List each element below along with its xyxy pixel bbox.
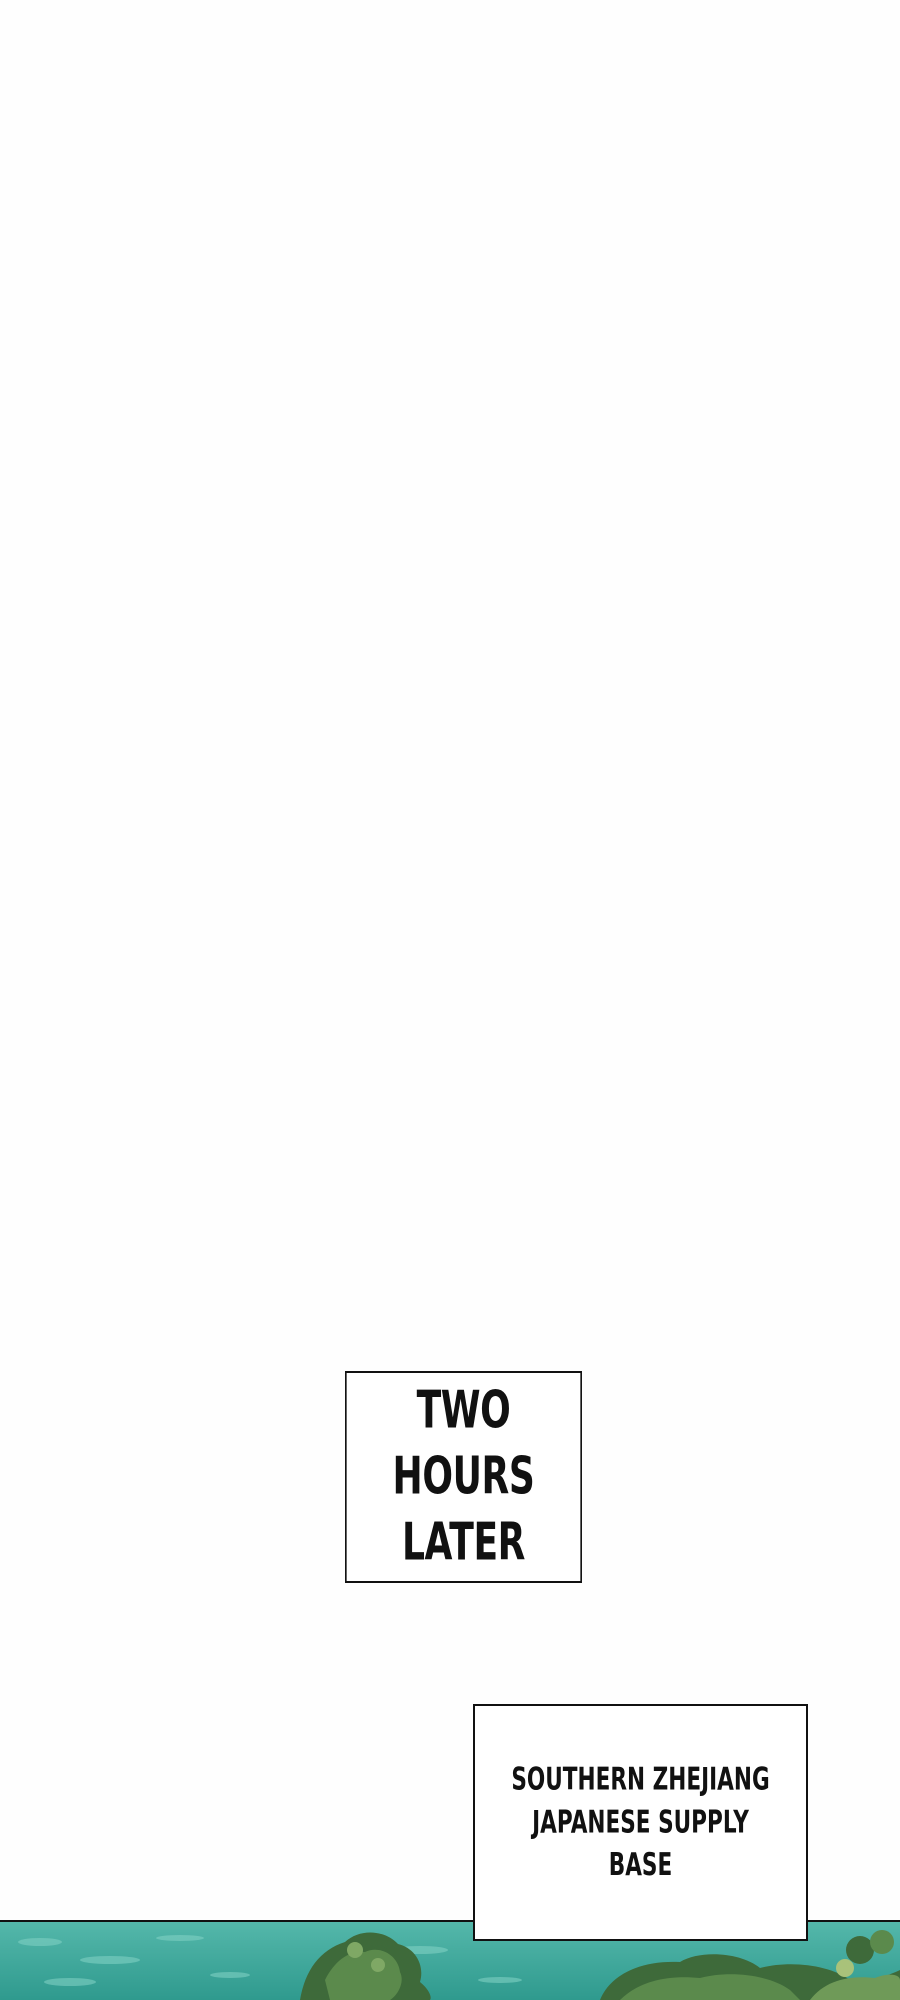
comic-page: TWO HOURS LATER SOUTHERN ZHEJIANG JAPANE… bbox=[0, 0, 900, 2000]
time-caption-text: TWO HOURS LATER bbox=[392, 1380, 535, 1573]
location-caption-box: SOUTHERN ZHEJIANG JAPANESE SUPPLY BASE bbox=[473, 1704, 808, 1941]
location-caption-text: SOUTHERN ZHEJIANG JAPANESE SUPPLY BASE bbox=[511, 1762, 770, 1883]
time-caption-box: TWO HOURS LATER bbox=[345, 1371, 582, 1583]
